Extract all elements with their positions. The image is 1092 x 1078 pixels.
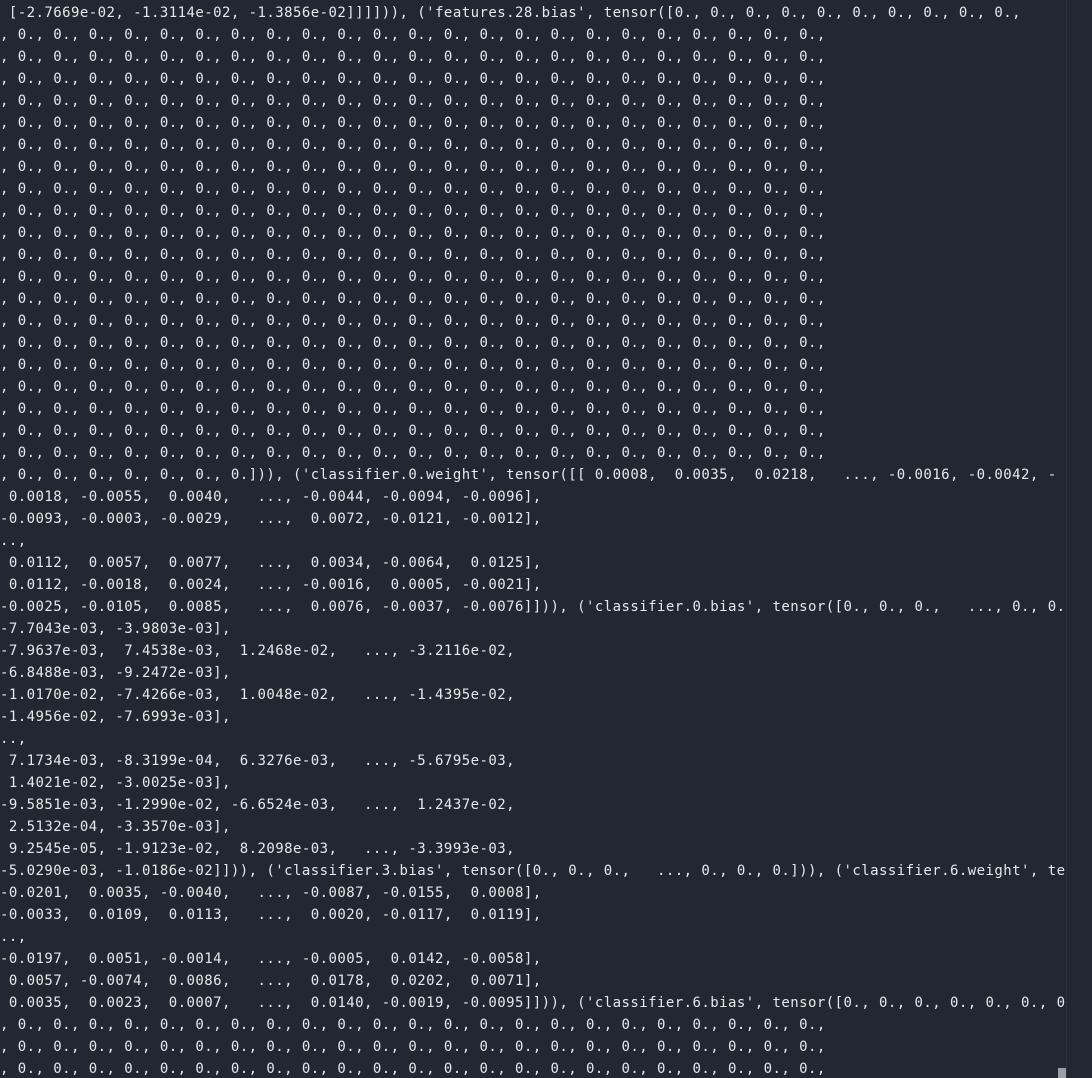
output-line: -0.0033, 0.0109, 0.0113, ..., 0.0020, -0…: [0, 907, 542, 923]
output-line: 0.0035, 0.0023, 0.0007, ..., 0.0140, -0.…: [0, 995, 1066, 1011]
output-line: , 0., 0., 0., 0., 0., 0., 0., 0., 0., 0.…: [0, 225, 826, 241]
output-line: -9.5851e-03, -1.2990e-02, -6.6524e-03, .…: [0, 797, 515, 813]
output-line: 9.2545e-05, -1.9123e-02, 8.2098e-03, ...…: [0, 841, 515, 857]
output-line: , 0., 0., 0., 0., 0., 0., 0., 0., 0., 0.…: [0, 1017, 826, 1033]
output-line: , 0., 0., 0., 0., 0., 0., 0., 0., 0., 0.…: [0, 115, 826, 131]
output-line: ..,: [0, 929, 27, 945]
output-line: , 0., 0., 0., 0., 0., 0., 0.])), ('class…: [0, 467, 1057, 483]
output-line: -0.0201, 0.0035, -0.0040, ..., -0.0087, …: [0, 885, 542, 901]
output-line: , 0., 0., 0., 0., 0., 0., 0., 0., 0., 0.…: [0, 27, 826, 43]
output-line: , 0., 0., 0., 0., 0., 0., 0., 0., 0., 0.…: [0, 401, 826, 417]
output-line: -7.9637e-03, 7.4538e-03, 1.2468e-02, ...…: [0, 643, 515, 659]
output-line: , 0., 0., 0., 0., 0., 0., 0., 0., 0., 0.…: [0, 445, 826, 461]
output-line: , 0., 0., 0., 0., 0., 0., 0., 0., 0., 0.…: [0, 181, 826, 197]
output-line: 0.0112, 0.0057, 0.0077, ..., 0.0034, -0.…: [0, 555, 542, 571]
output-line: , 0., 0., 0., 0., 0., 0., 0., 0., 0., 0.…: [0, 71, 826, 87]
output-line: , 0., 0., 0., 0., 0., 0., 0., 0., 0., 0.…: [0, 357, 826, 373]
output-text[interactable]: [-2.7669e-02, -1.3114e-02, -1.3856e-02]]…: [0, 2, 1066, 1078]
output-line: , 0., 0., 0., 0., 0., 0., 0., 0., 0., 0.…: [0, 203, 826, 219]
output-line: , 0., 0., 0., 0., 0., 0., 0., 0., 0., 0.…: [0, 1039, 826, 1055]
scrollbar-thumb[interactable]: [1058, 1068, 1066, 1078]
output-line: [-2.7669e-02, -1.3114e-02, -1.3856e-02]]…: [0, 5, 1022, 21]
output-line: 0.0018, -0.0055, 0.0040, ..., -0.0044, -…: [0, 489, 542, 505]
output-line: , 0., 0., 0., 0., 0., 0., 0., 0., 0., 0.…: [0, 93, 826, 109]
output-line: ..,: [0, 533, 27, 549]
output-line: , 0., 0., 0., 0., 0., 0., 0., 0., 0., 0.…: [0, 423, 826, 439]
output-line: , 0., 0., 0., 0., 0., 0., 0., 0., 0., 0.…: [0, 335, 826, 351]
output-line: , 0., 0., 0., 0., 0., 0., 0., 0., 0., 0.…: [0, 1061, 826, 1077]
output-line: -1.0170e-02, -7.4266e-03, 1.0048e-02, ..…: [0, 687, 515, 703]
output-line: -0.0025, -0.0105, 0.0085, ..., 0.0076, -…: [0, 599, 1066, 615]
output-line: -1.4956e-02, -7.6993e-03],: [0, 709, 231, 725]
output-line: 0.0112, -0.0018, 0.0024, ..., -0.0016, 0…: [0, 577, 542, 593]
output-line: 1.4021e-02, -3.0025e-03],: [0, 775, 231, 791]
output-line: -0.0093, -0.0003, -0.0029, ..., 0.0072, …: [0, 511, 542, 527]
output-line: 7.1734e-03, -8.3199e-04, 6.3276e-03, ...…: [0, 753, 515, 769]
output-line: , 0., 0., 0., 0., 0., 0., 0., 0., 0., 0.…: [0, 137, 826, 153]
output-line: , 0., 0., 0., 0., 0., 0., 0., 0., 0., 0.…: [0, 269, 826, 285]
output-line: , 0., 0., 0., 0., 0., 0., 0., 0., 0., 0.…: [0, 379, 826, 395]
output-line: -7.7043e-03, -3.9803e-03],: [0, 621, 231, 637]
output-line: , 0., 0., 0., 0., 0., 0., 0., 0., 0., 0.…: [0, 49, 826, 65]
output-line: , 0., 0., 0., 0., 0., 0., 0., 0., 0., 0.…: [0, 247, 826, 263]
output-line: , 0., 0., 0., 0., 0., 0., 0., 0., 0., 0.…: [0, 313, 826, 329]
output-line: 0.0057, -0.0074, 0.0086, ..., 0.0178, 0.…: [0, 973, 542, 989]
vertical-scrollbar[interactable]: [1066, 0, 1092, 1078]
output-line: ..,: [0, 731, 27, 747]
output-line: -6.8488e-03, -9.2472e-03],: [0, 665, 231, 681]
output-line: -0.0197, 0.0051, -0.0014, ..., -0.0005, …: [0, 951, 542, 967]
output-line: , 0., 0., 0., 0., 0., 0., 0., 0., 0., 0.…: [0, 291, 826, 307]
output-line: , 0., 0., 0., 0., 0., 0., 0., 0., 0., 0.…: [0, 159, 826, 175]
output-line: 2.5132e-04, -3.3570e-03],: [0, 819, 231, 835]
output-pane[interactable]: [-2.7669e-02, -1.3114e-02, -1.3856e-02]]…: [0, 0, 1092, 1078]
output-line: -5.0290e-03, -1.0186e-02]])), ('classifi…: [0, 863, 1066, 879]
